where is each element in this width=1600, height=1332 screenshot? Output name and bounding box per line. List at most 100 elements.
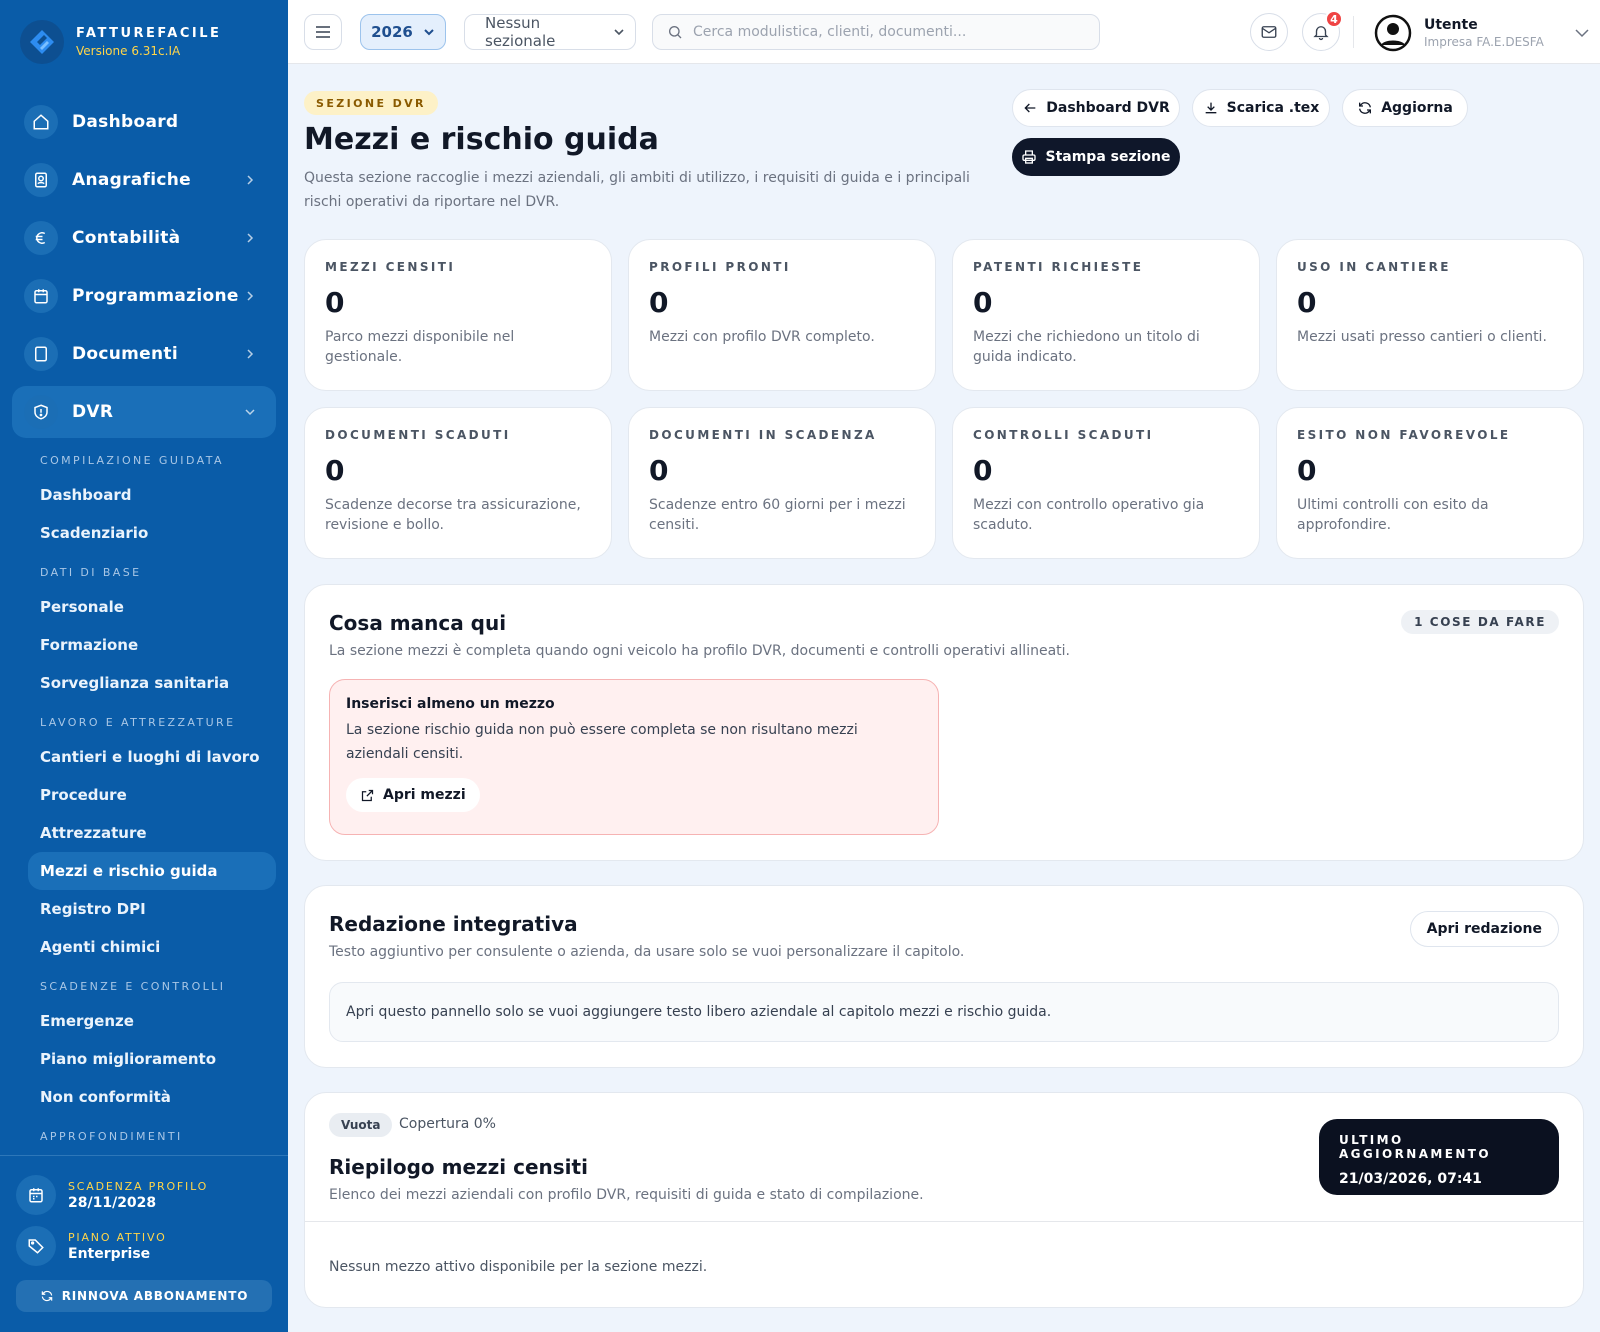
nav-item-dashboard[interactable]: Dashboard — [12, 96, 276, 148]
empty-message: Nessun mezzo attivo disponibile per la s… — [329, 1259, 708, 1275]
kpi-card: PATENTI RICHIESTE 0 Mezzi che richiedono… — [952, 239, 1260, 391]
last-update-box: ULTIMO AGGIORNAMENTO 21/03/2026, 07:41 — [1319, 1119, 1559, 1195]
download-tex-button[interactable]: Scarica .tex — [1192, 89, 1330, 127]
nav-label: Contabilità — [72, 228, 181, 248]
submenu-item-cantieri[interactable]: Cantieri e luoghi di lavoro — [28, 738, 276, 776]
kpi-description: Parco mezzi disponibile nel gestionale. — [325, 329, 515, 365]
dvr-submenu: COMPILAZIONE GUIDATA Dashboard Scadenzia… — [28, 446, 276, 1152]
main-nav: Dashboard Anagrafiche Contabilità Progra… — [12, 96, 276, 444]
dashboard-dvr-button[interactable]: Dashboard DVR — [1012, 89, 1180, 127]
contacts-icon — [24, 163, 58, 197]
user-menu[interactable]: Utente Impresa FA.E.DESFA — [1374, 14, 1590, 52]
user-company: Impresa FA.E.DESFA — [1424, 35, 1544, 49]
redazione-note: Apri questo pannello solo se vuoi aggiun… — [329, 982, 1559, 1042]
year-value: 2026 — [371, 23, 413, 41]
missing-vehicle-alert: Inserisci almeno un mezzo La sezione ris… — [329, 679, 939, 835]
card-subtitle: La sezione mezzi è completa quando ogni … — [329, 643, 1070, 659]
brand-logo — [20, 20, 64, 64]
kpi-description: Scadenze decorse tra assicurazione, revi… — [325, 497, 581, 533]
kpi-label: PATENTI RICHIESTE — [973, 260, 1144, 274]
renew-label: RINNOVA ABBONAMENTO — [61, 1289, 249, 1303]
submenu-heading: SCADENZE E CONTROLLI — [40, 980, 226, 993]
status-badge: Vuota — [329, 1113, 393, 1137]
kpi-card: DOCUMENTI SCADUTI 0 Scadenze decorse tra… — [304, 407, 612, 559]
nav-item-documenti[interactable]: Documenti — [12, 328, 276, 380]
kpi-card: PROFILI PRONTI 0 Mezzi con profilo DVR c… — [628, 239, 936, 391]
nav-label: Programmazione — [72, 286, 239, 306]
kpi-value: 0 — [649, 454, 669, 487]
search-icon — [667, 24, 683, 40]
external-link-icon — [360, 788, 375, 803]
submenu-heading: DATI DI BASE — [40, 566, 142, 579]
submenu-item-sorveglianza[interactable]: Sorveglianza sanitaria — [28, 664, 276, 702]
nav-item-programmazione[interactable]: Programmazione — [12, 270, 276, 322]
plan-label: PIANO ATTIVO — [68, 1230, 167, 1244]
submenu-item-formazione[interactable]: Formazione — [28, 626, 276, 664]
renew-subscription-button[interactable]: RINNOVA ABBONAMENTO — [16, 1280, 272, 1312]
kpi-label: ESITO NON FAVOREVOLE — [1297, 428, 1511, 442]
page-title: Mezzi e rischio guida — [304, 122, 659, 157]
button-label: Apri mezzi — [383, 787, 466, 803]
nav-item-contabilita[interactable]: Contabilità — [12, 212, 276, 264]
mail-icon — [1260, 23, 1278, 41]
kpi-label: DOCUMENTI IN SCADENZA — [649, 428, 877, 442]
submenu-heading: COMPILAZIONE GUIDATA — [40, 454, 224, 467]
refresh-button[interactable]: Aggiorna — [1342, 89, 1468, 127]
sezionale-select[interactable]: Nessun sezionale — [464, 14, 636, 50]
nav-label: Anagrafiche — [72, 170, 191, 190]
divider — [305, 1221, 1583, 1222]
sidebar-footer — [0, 1155, 288, 1156]
printer-icon — [1021, 149, 1037, 165]
chevron-right-icon — [244, 232, 256, 244]
kpi-card: ESITO NON FAVOREVOLE 0 Ultimi controlli … — [1276, 407, 1584, 559]
nav-label: DVR — [72, 402, 114, 422]
submenu-item-non-conformita[interactable]: Non conformità — [28, 1078, 276, 1116]
notifications-button[interactable]: 4 — [1302, 10, 1343, 51]
home-icon — [24, 105, 58, 139]
open-redazione-button[interactable]: Apri redazione — [1409, 911, 1559, 947]
card-subtitle: Testo aggiuntivo per consulente o aziend… — [329, 944, 965, 960]
search-input[interactable] — [693, 24, 1073, 40]
messages-button[interactable] — [1250, 13, 1288, 51]
submenu-heading: LAVORO E ATTREZZATURE — [40, 716, 236, 729]
nav-item-anagrafiche[interactable]: Anagrafiche — [12, 154, 276, 206]
menu-toggle-button[interactable] — [304, 14, 342, 50]
calendar-icon — [16, 1175, 56, 1215]
print-section-button[interactable]: Stampa sezione — [1012, 138, 1180, 176]
expiry-label: SCADENZA PROFILO — [68, 1179, 209, 1193]
kpi-card: USO IN CANTIERE 0 Mezzi usati presso can… — [1276, 239, 1584, 391]
submenu-item-registro-dpi[interactable]: Registro DPI — [28, 890, 276, 928]
submenu-item-scadenziario[interactable]: Scadenziario — [28, 514, 276, 552]
kpi-card: CONTROLLI SCADUTI 0 Mezzi con controllo … — [952, 407, 1260, 559]
kpi-label: USO IN CANTIERE — [1297, 260, 1451, 274]
button-label: Stampa sezione — [1045, 149, 1171, 165]
nav-label: Dashboard — [72, 112, 179, 132]
kpi-value: 0 — [973, 454, 993, 487]
submenu-item-piano[interactable]: Piano miglioramento — [28, 1040, 276, 1078]
submenu-item-dashboard[interactable]: Dashboard — [28, 476, 276, 514]
submenu-item-mezzi[interactable]: Mezzi e rischio guida — [28, 852, 276, 890]
button-label: Dashboard DVR — [1046, 100, 1170, 116]
kpi-description: Scadenze entro 60 giorni per i mezzi cen… — [649, 497, 906, 533]
button-label: Aggiorna — [1381, 100, 1453, 116]
chevron-right-icon — [244, 348, 256, 360]
notification-count: 4 — [1325, 10, 1343, 28]
tag-icon — [16, 1226, 56, 1266]
sezionale-value: Nessun sezionale — [485, 14, 556, 50]
nav-item-dvr[interactable]: DVR — [12, 386, 276, 438]
kpi-value: 0 — [1297, 454, 1317, 487]
brand[interactable]: FATTUREFACILE Versione 6.31c.IA — [20, 20, 221, 64]
kpi-description: Mezzi con profilo DVR completo. — [649, 329, 875, 345]
submenu-item-emergenze[interactable]: Emergenze — [28, 1002, 276, 1040]
submenu-item-personale[interactable]: Personale — [28, 588, 276, 626]
hamburger-icon — [315, 25, 331, 39]
submenu-item-procedure[interactable]: Procedure — [28, 776, 276, 814]
document-icon — [24, 337, 58, 371]
chevron-down-icon — [244, 406, 256, 418]
open-vehicles-button[interactable]: Apri mezzi — [346, 778, 480, 812]
last-update-label: ULTIMO AGGIORNAMENTO — [1339, 1133, 1491, 1161]
page-subtitle: Questa sezione raccoglie i mezzi azienda… — [304, 170, 970, 210]
submenu-item-attrezzature[interactable]: Attrezzature — [28, 814, 276, 852]
submenu-item-agenti-chimici[interactable]: Agenti chimici — [28, 928, 276, 966]
year-select[interactable]: 2026 — [360, 14, 446, 50]
